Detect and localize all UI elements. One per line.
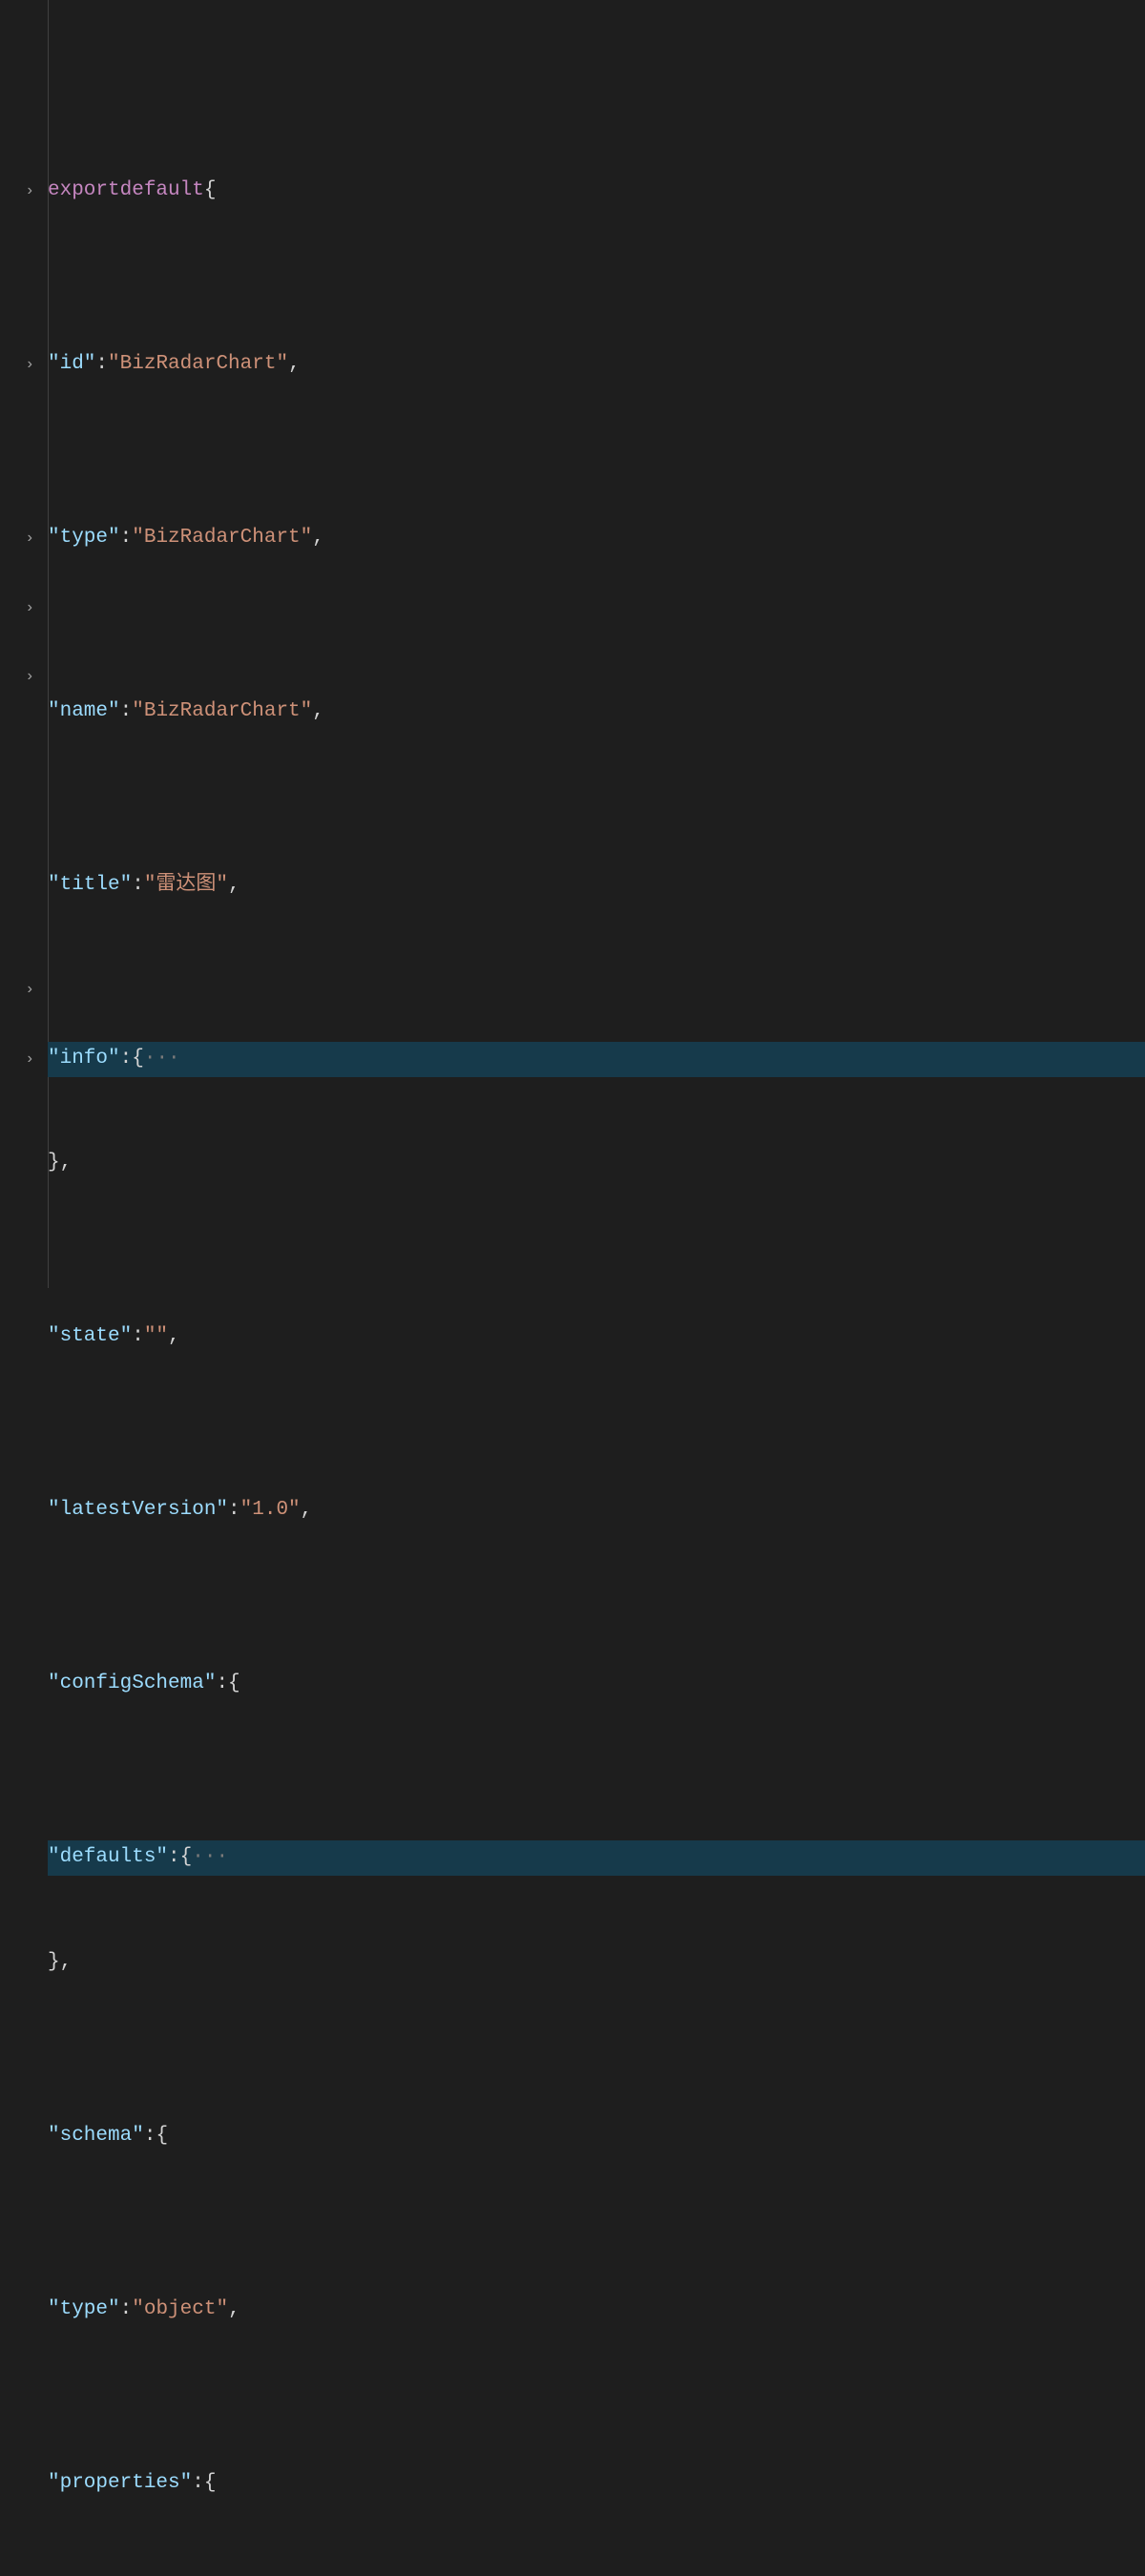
code-line[interactable]: },: [48, 1146, 1145, 1180]
code-line-folded[interactable]: "defaults": {···: [48, 1840, 1145, 1875]
keyword-export: export: [48, 174, 120, 208]
code-editor[interactable]: › › › › › › › export default {: [0, 0, 1145, 1288]
chevron-right-icon[interactable]: ›: [25, 521, 34, 555]
fold-ellipsis-icon[interactable]: ···: [192, 1840, 228, 1875]
code-line[interactable]: "latestVersion": "1.0",: [48, 1493, 1145, 1527]
code-line[interactable]: "configSchema": {: [48, 1667, 1145, 1701]
code-line[interactable]: "name": "BizRadarChart",: [48, 695, 1145, 729]
chevron-right-icon[interactable]: ›: [25, 1042, 34, 1076]
code-line[interactable]: "type": "object",: [48, 2293, 1145, 2327]
gutter: › › › › › › ›: [0, 0, 48, 1288]
chevron-right-icon[interactable]: ›: [25, 591, 34, 625]
code-line[interactable]: export default {: [48, 174, 1145, 208]
code-line[interactable]: "id": "BizRadarChart",: [48, 347, 1145, 382]
fold-ellipsis-icon[interactable]: ···: [144, 1042, 180, 1076]
chevron-right-icon[interactable]: ›: [25, 972, 34, 1007]
code-line[interactable]: "title": "雷达图",: [48, 868, 1145, 903]
code-line[interactable]: "schema": {: [48, 2119, 1145, 2153]
chevron-right-icon[interactable]: ›: [25, 174, 34, 208]
chevron-right-icon[interactable]: ›: [25, 659, 34, 694]
chevron-right-icon[interactable]: ›: [25, 347, 34, 382]
code-line[interactable]: "state": "",: [48, 1319, 1145, 1354]
code-line[interactable]: "properties": {: [48, 2466, 1145, 2501]
code-line[interactable]: },: [48, 1945, 1145, 1980]
code-line-folded[interactable]: "info": {···: [48, 1042, 1145, 1076]
keyword-default: default: [120, 174, 204, 208]
code-line[interactable]: "type": "BizRadarChart",: [48, 521, 1145, 555]
code-content[interactable]: export default { "id": "BizRadarChart", …: [48, 0, 1145, 1288]
